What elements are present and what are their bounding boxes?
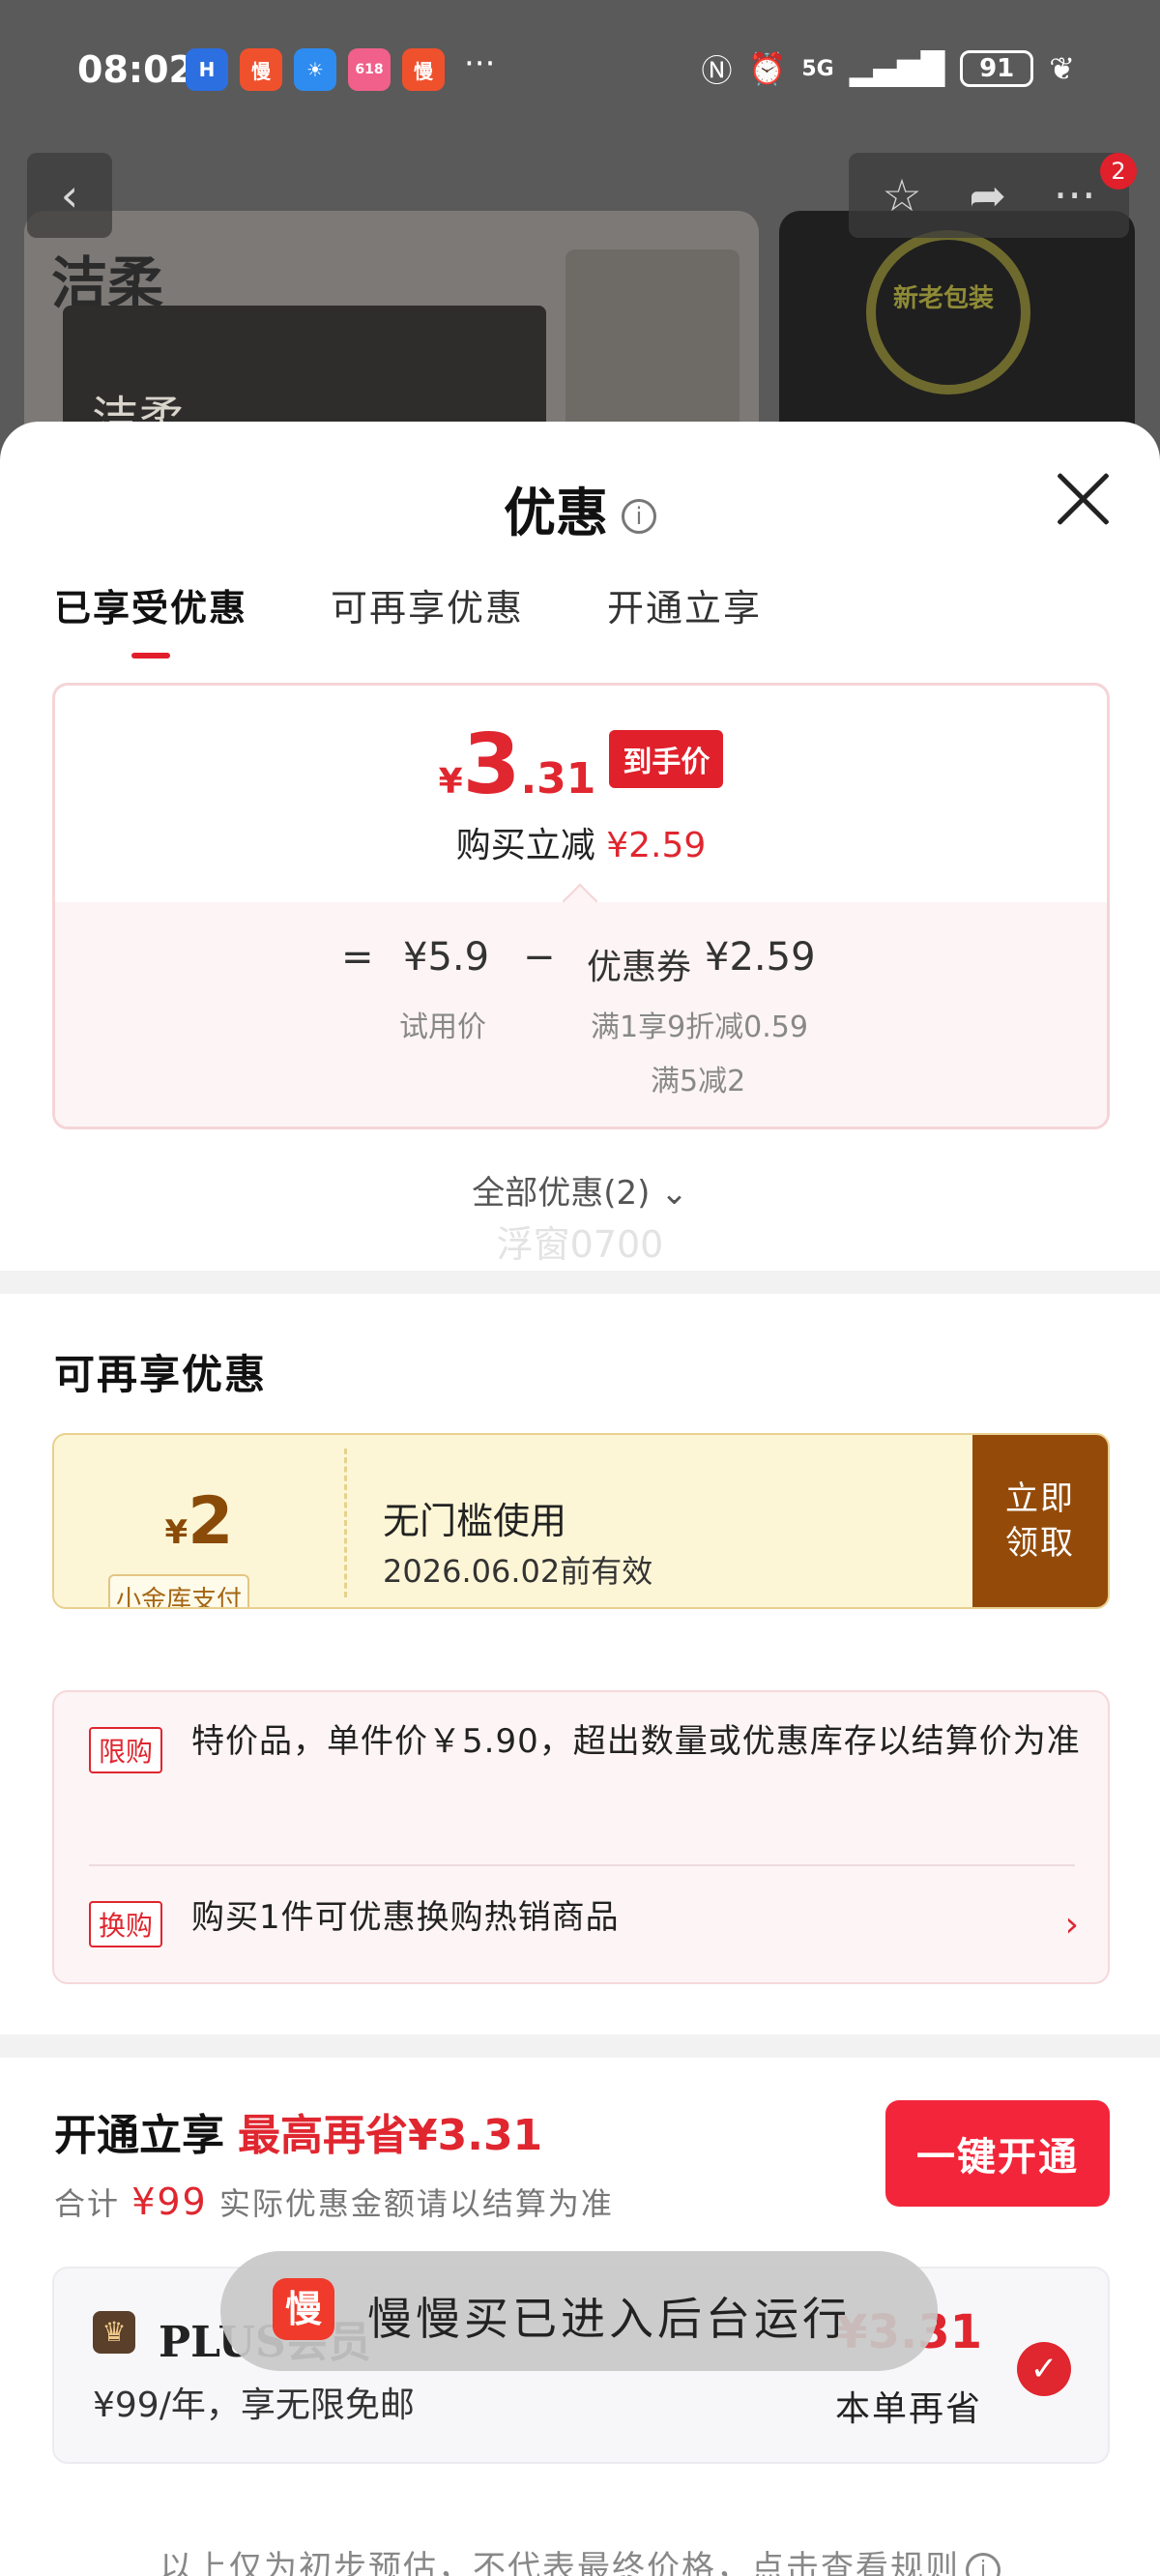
footer-disclaimer-text: 以上仅为初步预估，不代表最终价格，点击查看规则: [160, 2549, 960, 2576]
more-offers-title: 可再享优惠: [54, 1351, 268, 1398]
section-divider: [0, 1271, 1160, 1294]
coupon-label: 优惠券: [587, 948, 692, 987]
watermark-text: 浮窗0700: [496, 1223, 664, 1266]
chevron-left-icon: ‹: [60, 169, 79, 221]
status-system-icons: Ⓝ ⏰ 5G ▂▄▆█ 91 ❦: [702, 46, 1075, 91]
trial-price-value: ¥5.9: [403, 935, 490, 980]
status-app-icons: H 慢 ☀ 618 慢: [186, 48, 445, 91]
checkmark-icon[interactable]: ✓: [1017, 2342, 1071, 2396]
more-menu-icon[interactable]: ···: [1054, 169, 1096, 221]
membership-total-amount: ¥99: [131, 2181, 208, 2223]
nfc-icon: Ⓝ: [701, 52, 733, 89]
coupon-expiry: 2026.06.02前有效: [383, 1553, 653, 1590]
section-divider-2: [0, 2034, 1160, 2058]
membership-disclaimer: 实际优惠金额请以结算为准: [218, 2185, 614, 2222]
trial-price-label: 试用价: [399, 1010, 486, 1044]
membership-subtitle: 合计 ¥99 实际优惠金额请以结算为准: [54, 2180, 614, 2224]
swap-text[interactable]: 购买1件可优惠换购热销商品: [191, 1891, 620, 1944]
tab-more-offers[interactable]: 可再享优惠: [331, 578, 524, 631]
manmanmai-app-icon-2: 慢: [402, 48, 445, 91]
favorite-star-icon[interactable]: ☆: [882, 169, 921, 221]
status-time: 08:02: [77, 48, 194, 91]
coupon-value: ¥2.59: [705, 935, 816, 980]
price-decimal: .31: [520, 754, 596, 804]
leaf-icon: ❦: [1049, 50, 1075, 87]
open-membership-button[interactable]: 一键开通: [885, 2100, 1110, 2207]
coupon-value-area: ¥2 小金库支付: [54, 1435, 344, 1607]
claim-coupon-button[interactable]: 立即领取: [972, 1435, 1108, 1607]
membership-title: 开通立享 最高再省¥3.31: [54, 2100, 542, 2162]
coupon-amount-value: 2: [188, 1483, 234, 1560]
price-breakdown: = ¥5.9 − 优惠券 ¥2.59 试用价 满1享9折减0.59 满5减2: [55, 883, 1107, 1127]
battery-icon: 91: [960, 50, 1034, 87]
chevron-down-icon: ⌄: [660, 1174, 688, 1213]
alarm-icon: ⏰: [747, 50, 787, 87]
coupon-amount: ¥2: [54, 1483, 344, 1560]
close-button[interactable]: [1052, 468, 1114, 530]
price-integer: 3: [462, 717, 521, 813]
price-currency: ¥: [438, 762, 463, 802]
tab-open-membership[interactable]: 开通立享: [607, 578, 762, 631]
plus-membership-desc: ¥99/年，享无限免邮: [93, 2386, 415, 2425]
more-notifications-icon: ···: [464, 44, 496, 83]
claim-coupon-label: 立即领取: [1005, 1479, 1075, 1563]
status-bar: 08:02 H 慢 ☀ 618 慢 ··· Ⓝ ⏰ 5G ▂▄▆█ 91 ❦: [0, 0, 1160, 140]
chevron-right-icon[interactable]: ›: [1065, 1905, 1079, 1945]
crown-icon: ♛: [93, 2311, 135, 2354]
info-icon-footer: i: [966, 2552, 1000, 2576]
tab-enjoyed-offers[interactable]: 已享受优惠: [54, 578, 247, 659]
weather-app-icon: ☀: [294, 48, 336, 91]
signal-type-label: 5G: [801, 56, 834, 81]
all-offers-toggle[interactable]: 全部优惠(2) ⌄: [0, 1166, 1160, 1214]
coupon-dashed-separator: [344, 1449, 347, 1597]
toast-message: 慢慢买已进入后台运行: [367, 2293, 851, 2345]
background-run-toast: 慢 慢慢买已进入后台运行: [220, 2251, 938, 2371]
final-price-summary: ¥3.31 到手价 购买立减 ¥2.59: [55, 686, 1107, 902]
info-icon[interactable]: i: [622, 499, 656, 535]
limit-text: 特价品，单件价￥5.90，超出数量或优惠库存以结算价为准: [191, 1722, 1081, 1761]
membership-title-text: 开通立享: [54, 2111, 224, 2160]
instant-discount-label: 购买立减: [455, 826, 595, 865]
coupon-card: ¥2 小金库支付 无门槛使用 2026.06.02前有效 立即领取: [52, 1433, 1110, 1609]
618-app-icon: 618: [348, 48, 391, 91]
plus-saving-label: 本单再省: [834, 2389, 982, 2429]
info-divider: [89, 1864, 1075, 1866]
message-count-badge: 2: [1100, 153, 1137, 190]
sheet-title-text: 优惠: [504, 483, 608, 543]
equals-sign: =: [341, 935, 374, 980]
signal-strength-icon: ▂▄▆█: [849, 50, 945, 87]
minus-sign: −: [523, 935, 556, 980]
final-price-card: ¥3.31 到手价 购买立减 ¥2.59 = ¥5.9 − 优惠券 ¥2.59 试…: [52, 683, 1110, 1129]
packaging-seal-text: 新老包装: [893, 284, 995, 313]
instant-discount: 购买立减 ¥2.59: [55, 817, 1107, 867]
membership-max-saving: 最高再省¥3.31: [238, 2111, 543, 2160]
coupon-detail-discount: 满1享9折减0.59: [591, 1010, 808, 1044]
top-action-group: ☆ ➦ ···: [849, 153, 1129, 238]
hello-app-icon: H: [186, 48, 228, 91]
coupon-title: 无门槛使用: [383, 1500, 567, 1542]
coupon-currency: ¥: [164, 1513, 188, 1552]
manmanmai-app-icon: 慢: [240, 48, 282, 91]
all-offers-label: 全部优惠(2): [472, 1174, 651, 1213]
final-price-badge: 到手价: [609, 730, 724, 788]
swap-tag: 换购: [89, 1901, 163, 1947]
sheet-title: 优惠 i: [0, 470, 1160, 546]
instant-discount-value: ¥2.59: [606, 826, 707, 865]
share-icon[interactable]: ➦: [969, 169, 1006, 221]
final-price: ¥3.31 到手价: [55, 717, 1107, 813]
purchase-rules-box: 限购 特价品，单件价￥5.90，超出数量或优惠库存以结算价为准 换购 购买1件可…: [52, 1690, 1110, 1984]
coupon-payment-chip: 小金库支付: [108, 1574, 250, 1607]
offer-tabs: 已享受优惠 可再享优惠 开通立享: [54, 578, 762, 659]
limit-tag: 限购: [89, 1727, 163, 1773]
membership-total-label: 合计: [54, 2185, 121, 2222]
manmanmai-logo-icon: 慢: [273, 2278, 334, 2340]
back-button[interactable]: ‹: [27, 153, 112, 238]
footer-disclaimer[interactable]: 以上仅为初步预估，不代表最终价格，点击查看规则 i: [0, 2541, 1160, 2576]
coupon-detail-threshold: 满5减2: [651, 1065, 746, 1098]
